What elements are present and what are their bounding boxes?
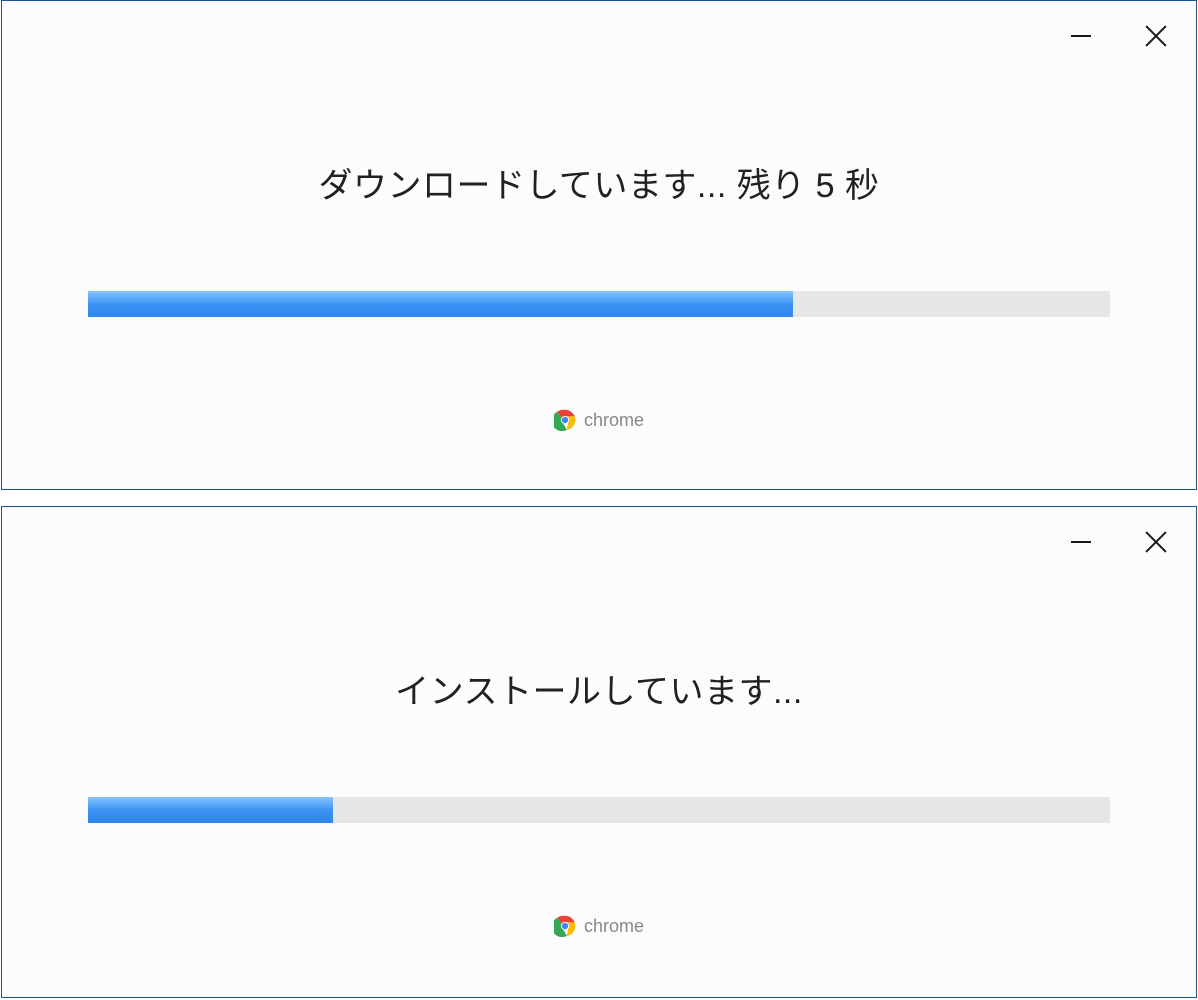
titlebar	[2, 1, 1196, 58]
close-icon	[1145, 531, 1167, 553]
chrome-icon	[554, 409, 576, 431]
brand-label: chrome	[584, 916, 644, 937]
chrome-branding: chrome	[554, 915, 644, 937]
progress-fill	[88, 797, 333, 823]
content-area: ダウンロードしています... 残り 5 秒 chrome	[2, 58, 1196, 431]
download-window: ダウンロードしています... 残り 5 秒 chrome	[1, 0, 1197, 490]
status-text: ダウンロードしています... 残り 5 秒	[318, 158, 879, 207]
close-icon	[1145, 25, 1167, 47]
status-text: インストールしています...	[395, 664, 803, 713]
progress-bar	[88, 291, 1110, 317]
brand-label: chrome	[584, 410, 644, 431]
progress-bar	[88, 797, 1110, 823]
titlebar	[2, 507, 1196, 564]
minimize-icon	[1071, 541, 1091, 543]
minimize-button[interactable]	[1058, 519, 1103, 564]
chrome-icon	[554, 915, 576, 937]
content-area: インストールしています... chrome	[2, 564, 1196, 937]
install-window: インストールしています... chrome	[1, 506, 1197, 998]
close-button[interactable]	[1133, 519, 1178, 564]
progress-fill	[88, 291, 793, 317]
minimize-button[interactable]	[1058, 13, 1103, 58]
minimize-icon	[1071, 35, 1091, 37]
close-button[interactable]	[1133, 13, 1178, 58]
chrome-branding: chrome	[554, 409, 644, 431]
